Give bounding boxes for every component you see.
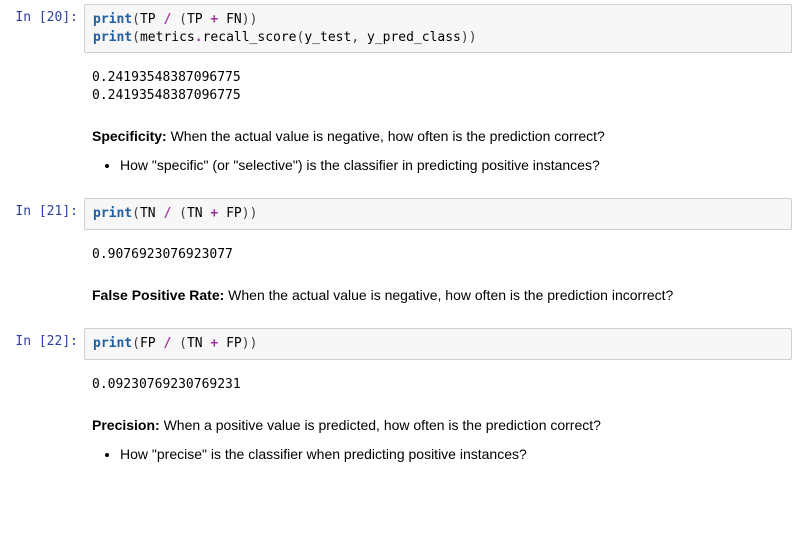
token-div: /: [156, 206, 179, 221]
token-name: y_test: [304, 30, 351, 45]
token-name: TN: [187, 336, 203, 351]
token-lparen: (: [179, 12, 187, 27]
token-name: FP: [226, 206, 242, 221]
token-lparen: (: [179, 206, 187, 221]
token-plus: +: [203, 206, 226, 221]
precision-bullet: How "precise" is the classifier when pre…: [120, 444, 784, 465]
code-output-20: 0.24193548387096775 0.24193548387096775: [84, 61, 792, 108]
token-rparen: ): [469, 30, 477, 45]
precision-heading-line: Precision: When a positive value is pred…: [92, 415, 784, 436]
output-cell-20: . 0.24193548387096775 0.2419354838709677…: [0, 57, 792, 112]
output-prompt-blank: .: [0, 61, 84, 82]
precision-bullet-list: How "precise" is the classifier when pre…: [92, 444, 784, 465]
markdown-content-specificity: Specificity: When the actual value is ne…: [84, 116, 792, 190]
token-lparen: (: [132, 12, 140, 27]
token-rparen: ): [242, 12, 250, 27]
token-rparen: ): [242, 336, 250, 351]
token-name: TN: [187, 206, 203, 221]
output-cell-22: . 0.09230769230769231: [0, 364, 792, 402]
token-name: TP: [140, 12, 156, 27]
code-input-20[interactable]: print(TP / (TP + FN)) print(metrics.reca…: [84, 4, 792, 53]
output-prompt-blank: .: [0, 238, 84, 259]
precision-label: Precision:: [92, 417, 160, 433]
specificity-text: When the actual value is negative, how o…: [167, 128, 605, 144]
fpr-label: False Positive Rate:: [92, 287, 224, 303]
specificity-bullet: How "specific" (or "selective") is the c…: [120, 155, 784, 176]
fpr-text: When the actual value is negative, how o…: [224, 287, 673, 303]
token-plus: +: [203, 12, 226, 27]
token-lparen: (: [179, 336, 187, 351]
markdown-cell-fpr: . False Positive Rate: When the actual v…: [0, 271, 792, 324]
token-div: /: [156, 12, 179, 27]
code-cell-22: In [22]: print(FP / (TN + FP)): [0, 324, 792, 364]
token-print: print: [93, 336, 132, 351]
token-div: /: [156, 336, 179, 351]
token-name: y_pred_class: [367, 30, 461, 45]
markdown-cell-precision: . Precision: When a positive value is pr…: [0, 401, 792, 483]
token-dot: .: [195, 30, 203, 45]
token-comma: ,: [351, 30, 367, 45]
markdown-content-precision: Precision: When a positive value is pred…: [84, 405, 792, 479]
token-lparen: (: [132, 30, 140, 45]
token-name: TP: [187, 12, 203, 27]
markdown-prompt-blank: .: [0, 116, 84, 137]
token-name: TN: [140, 206, 156, 221]
specificity-bullet-list: How "specific" (or "selective") is the c…: [92, 155, 784, 176]
token-name: metrics: [140, 30, 195, 45]
input-prompt-21: In [21]:: [0, 198, 84, 219]
token-lparen: (: [132, 336, 140, 351]
token-print: print: [93, 30, 132, 45]
specificity-heading-line: Specificity: When the actual value is ne…: [92, 126, 784, 147]
input-prompt-20: In [20]:: [0, 4, 84, 25]
markdown-prompt-blank: .: [0, 275, 84, 296]
token-rparen: ): [242, 206, 250, 221]
notebook: In [20]: print(TP / (TP + FN)) print(met…: [0, 0, 792, 483]
markdown-cell-specificity: . Specificity: When the actual value is …: [0, 112, 792, 194]
token-rparen: ): [250, 336, 258, 351]
token-name: recall_score: [203, 30, 297, 45]
code-cell-20: In [20]: print(TP / (TP + FN)) print(met…: [0, 0, 792, 57]
token-rparen: ): [250, 12, 258, 27]
token-name: FN: [226, 12, 242, 27]
code-input-22[interactable]: print(FP / (TN + FP)): [84, 328, 792, 360]
output-prompt-blank: .: [0, 368, 84, 389]
code-input-21[interactable]: print(TN / (TN + FP)): [84, 198, 792, 230]
markdown-content-fpr: False Positive Rate: When the actual val…: [84, 275, 792, 320]
token-name: FP: [140, 336, 156, 351]
specificity-label: Specificity:: [92, 128, 167, 144]
token-print: print: [93, 206, 132, 221]
token-name: FP: [226, 336, 242, 351]
code-output-22: 0.09230769230769231: [84, 368, 792, 398]
token-rparen: ): [461, 30, 469, 45]
code-output-21: 0.9076923076923077: [84, 238, 792, 268]
markdown-prompt-blank: .: [0, 405, 84, 426]
token-lparen: (: [132, 206, 140, 221]
code-cell-21: In [21]: print(TN / (TN + FP)): [0, 194, 792, 234]
token-plus: +: [203, 336, 226, 351]
precision-text: When a positive value is predicted, how …: [160, 417, 601, 433]
output-cell-21: . 0.9076923076923077: [0, 234, 792, 272]
input-prompt-22: In [22]:: [0, 328, 84, 349]
fpr-heading-line: False Positive Rate: When the actual val…: [92, 285, 784, 306]
token-rparen: ): [250, 206, 258, 221]
token-print: print: [93, 12, 132, 27]
